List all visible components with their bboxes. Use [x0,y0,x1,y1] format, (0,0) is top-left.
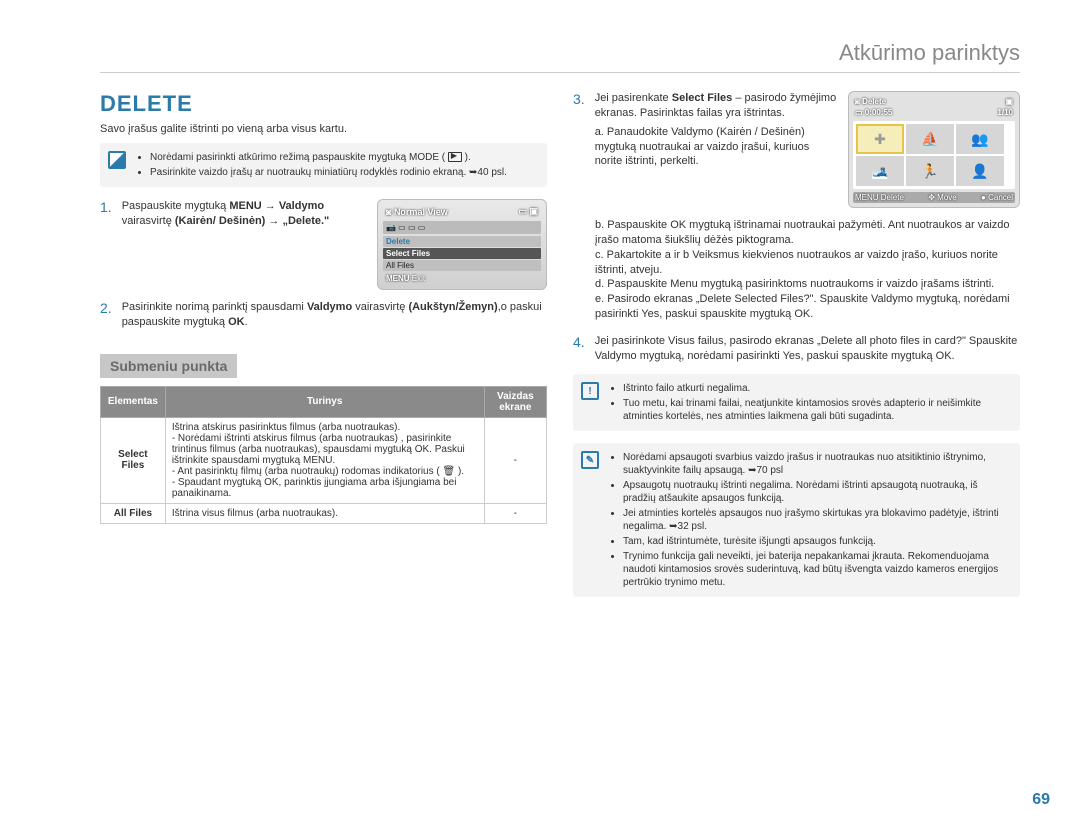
table-cell: Ištrina visus filmus (arba nuotraukas). [165,503,484,523]
list-item: Jei atminties kortelės apsaugos nuo įraš… [623,507,1012,533]
left-column: DELETE Savo įrašus galite ištrinti po vi… [100,91,547,609]
step-body: Jei pasirenkate Select Files – pasirodo … [595,91,838,208]
thumbnail: 🎿 [856,156,904,186]
warning-list: Ištrinto failo atkurti negalima. Tuo met… [623,382,1012,423]
lcd-screenshot-2: ◙ Delete▣ ▭ 0:00:55 1/10 ✚ ⛵ 👥 🎿 🏃 👤 MEN… [848,91,1020,208]
list-item: Trynimo funkcija gali neveikti, jei bate… [623,550,1012,589]
thumbnail: ✚ [856,124,904,154]
step-4: 4. Jei pasirinkote Visus failus, pasirod… [573,334,1020,364]
step-2: 2. Pasirinkite norimą parinktį spausdami… [100,300,547,330]
page-title: DELETE [100,91,547,117]
table-header: Turinys [165,386,484,417]
table-cell: Ištrina atskirus pasirinktus filmus (arb… [165,417,484,503]
page-columns: DELETE Savo įrašus galite ištrinti po vi… [100,91,1020,609]
right-column: 3. Jei pasirenkate Select Files – pasiro… [573,91,1020,609]
check-icon [108,151,126,169]
step-body: Jei pasirinkote Visus failus, pasirodo e… [595,334,1020,364]
thumbnail: 👤 [956,156,1004,186]
note-list: Norėdami pasirinkti atkūrimo režimą pasp… [150,151,539,179]
table-header: Elementas [101,386,166,417]
step-number: 3. [573,91,585,208]
list-item: Tam, kad ištrintumėte, turėsite išjungti… [623,535,1012,548]
table-row: Select Files Ištrina atskirus pasirinktu… [101,417,547,503]
lcd-footer: MENU Exit [383,272,541,285]
info-list: Norėdami apsaugoti svarbius vaizdo įrašu… [623,451,1012,589]
intro-text: Savo įrašus galite ištrinti po vieną arb… [100,123,547,135]
note-item: Pasirinkite vaizdo įrašų ar nuotraukų mi… [150,166,539,179]
lcd-menu-item: Delete [383,236,541,247]
playback-mode-icon [448,152,462,162]
info-box: ✎ Norėdami apsaugoti svarbius vaizdo įra… [573,443,1020,597]
table-row: All Files Ištrina visus filmus (arba nuo… [101,503,547,523]
list-item: Tuo metu, kai trinami failai, neatjunkit… [623,397,1012,423]
thumbnail: ⛵ [906,124,954,154]
note-box-mode: Norėdami pasirinkti atkūrimo režimą pasp… [100,143,547,187]
warning-box: ! Ištrinto failo atkurti negalima. Tuo m… [573,374,1020,431]
step-1: 1. Paspauskite mygtuką MENU → Valdymo va… [100,199,547,290]
table-header: Vaizdas ekrane [484,386,546,417]
step-body: Pasirinkite norimą parinktį spausdami Va… [122,300,547,330]
page-number: 69 [1032,791,1050,809]
list-item: Norėdami apsaugoti svarbius vaizdo įrašu… [623,451,1012,477]
lcd-header: ◙ Normal View▭ ▣ [383,204,541,219]
note-item: Norėdami pasirinkti atkūrimo režimą pasp… [150,151,539,164]
step-body: Paspauskite mygtuką MENU → Valdymo vaira… [122,199,367,290]
info-icon: ✎ [581,451,599,469]
lcd-menu-item: All Files [383,260,541,271]
list-item: Apsaugotų nuotraukų ištrinti negalima. N… [623,479,1012,505]
step3-sub: b. Paspauskite OK mygtuką ištrinamai nuo… [595,218,1020,322]
lcd-menu-item: Select Files [383,248,541,259]
thumbnail: 🏃 [906,156,954,186]
thumbnail: 👥 [956,124,1004,154]
step-number: 4. [573,334,585,364]
lcd2-header: ◙ Delete▣ [853,96,1015,107]
submenu-table: Elementas Turinys Vaizdas ekrane Select … [100,386,547,524]
step-3: 3. Jei pasirenkate Select Files – pasiro… [573,91,1020,208]
step-number: 1. [100,199,112,290]
warning-icon: ! [581,382,599,400]
section-title: Atkūrimo parinktys [839,40,1020,65]
lcd2-footer: MENU Delete ✥ Move ● Cancel [853,192,1015,203]
submenu-heading: Submeniu punkta [100,354,237,378]
section-header: Atkūrimo parinktys [100,40,1020,73]
thumbnail-grid: ✚ ⛵ 👥 🎿 🏃 👤 [853,121,1015,189]
step-number: 2. [100,300,112,330]
list-item: Ištrinto failo atkurti negalima. [623,382,1012,395]
lcd-screenshot-1: ◙ Normal View▭ ▣ 📷 ▭ ▭ ▭ Delete Select F… [377,199,547,290]
